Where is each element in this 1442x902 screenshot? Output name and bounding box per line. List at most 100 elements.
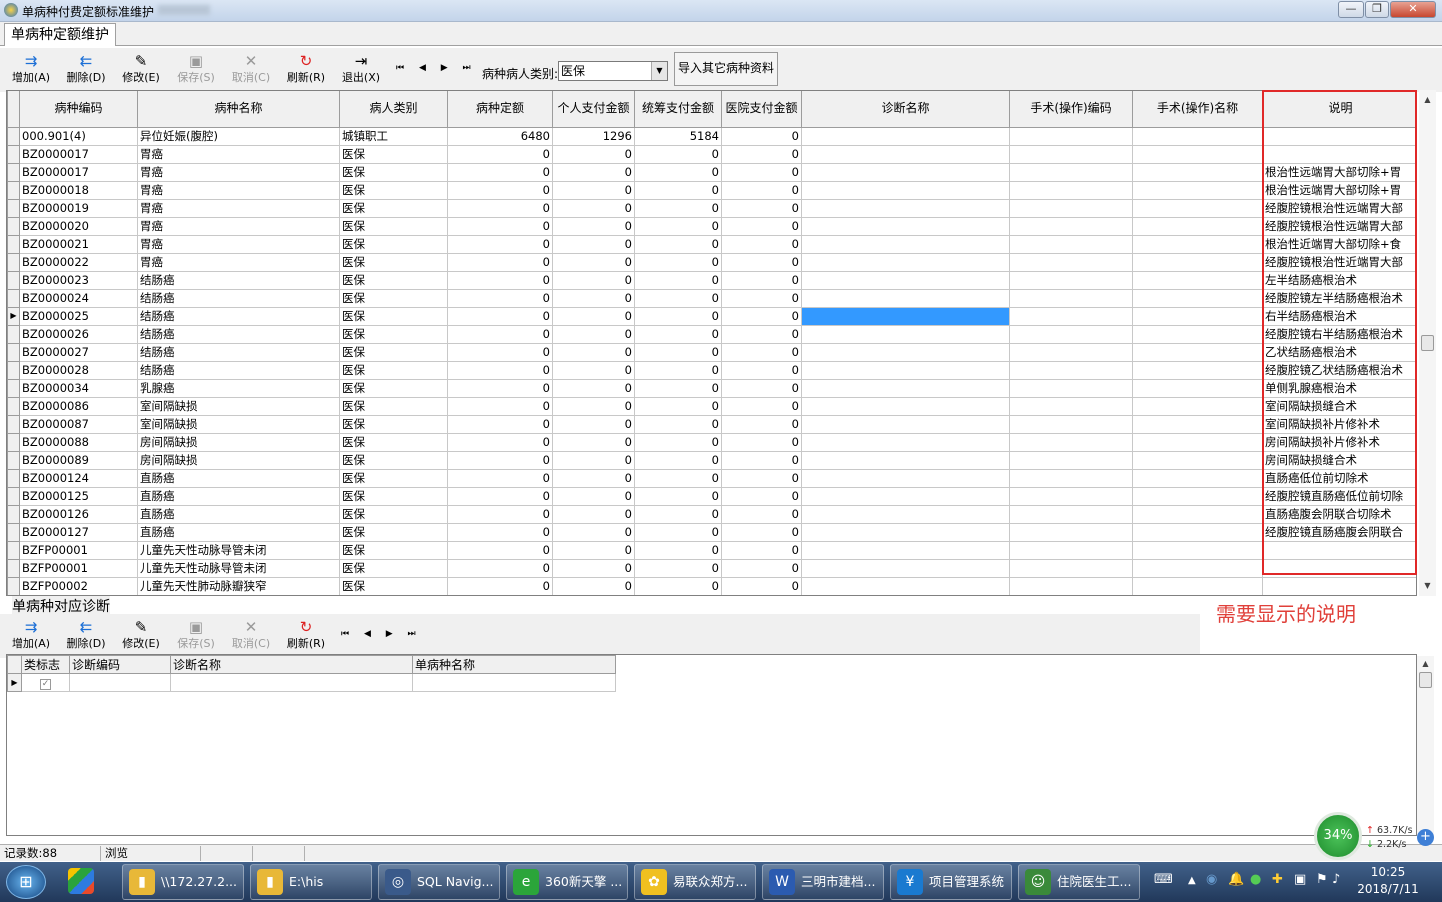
network-usage-gauge[interactable]: 34% (1314, 812, 1362, 860)
taskbar-item[interactable]: ☺ 住院医生工... (1018, 864, 1140, 900)
table-cell[interactable]: BZ0000086 (19, 396, 138, 416)
table-cell[interactable]: 0 (634, 486, 722, 506)
table-cell[interactable]: 0 (634, 180, 722, 200)
table-cell[interactable] (801, 486, 1010, 506)
table-cell[interactable]: BZ0000127 (19, 522, 138, 542)
table-cell[interactable]: 0 (447, 522, 553, 542)
table-cell[interactable]: 0 (634, 270, 722, 290)
table-row[interactable]: BZ0000027 结肠癌 医保 0 0 0 0 乙状结肠癌根治术 (7, 342, 1416, 362)
table-cell[interactable]: BZ0000019 (19, 198, 138, 218)
security-icon[interactable]: ● (1250, 872, 1261, 887)
table-cell[interactable]: 0 (447, 324, 553, 344)
refresh-button[interactable]: ↻ 刷新(R) (283, 614, 329, 656)
table-cell[interactable] (69, 673, 171, 692)
table-row[interactable]: BZ0000021 胃癌 医保 0 0 0 0 根治性近端胃大部切除+食 (7, 234, 1416, 254)
table-cell[interactable] (1009, 288, 1133, 308)
table-cell[interactable]: 0 (552, 576, 635, 595)
table-cell[interactable]: 0 (552, 144, 635, 164)
table-cell[interactable]: 0 (634, 432, 722, 452)
table-cell[interactable]: 胃癌 (137, 216, 340, 236)
table-cell[interactable]: 儿童先天性肺动脉瓣狭窄 (137, 576, 340, 595)
table-cell[interactable]: 0 (552, 360, 635, 380)
table-cell[interactable]: 医保 (339, 198, 448, 218)
column-header[interactable]: 类标志 (21, 655, 70, 674)
table-cell[interactable] (801, 396, 1010, 416)
table-cell[interactable]: 胃癌 (137, 162, 340, 182)
table-cell[interactable]: BZ0000088 (19, 432, 138, 452)
table-cell[interactable] (1132, 450, 1263, 470)
table-cell[interactable]: 0 (721, 468, 802, 488)
table-cell[interactable]: 6480 (447, 126, 553, 146)
table-row[interactable]: BZFP00001 儿童先天性动脉导管未闭 医保 0 0 0 0 (7, 540, 1416, 560)
keyboard-icon[interactable]: ⌨ (1154, 872, 1173, 887)
table-cell[interactable]: 0 (634, 324, 722, 344)
table-cell[interactable]: 0 (721, 360, 802, 380)
table-cell[interactable]: 0 (447, 576, 553, 595)
table-cell[interactable]: 根治性近端胃大部切除+食 (1262, 234, 1416, 254)
table-cell[interactable]: 医保 (339, 504, 448, 524)
table-cell[interactable]: 0 (721, 396, 802, 416)
table-cell[interactable] (1009, 522, 1133, 542)
table-cell[interactable] (1132, 234, 1263, 254)
table-cell[interactable] (801, 198, 1010, 218)
table-cell[interactable]: 0 (634, 576, 722, 595)
table-cell[interactable]: 0 (721, 162, 802, 182)
network-icon[interactable]: ▣ (1294, 872, 1306, 887)
table-row[interactable]: BZ0000088 房间隔缺损 医保 0 0 0 0 房间隔缺损补片修补术 (7, 432, 1416, 452)
table-cell[interactable]: 0 (634, 234, 722, 254)
table-cell[interactable]: 0 (447, 252, 553, 272)
table-cell[interactable] (1132, 306, 1263, 326)
table-row[interactable]: 000.901(4) 异位妊娠(腹腔) 城镇职工 6480 1296 5184 0 (7, 126, 1416, 146)
patient-type-select[interactable]: 医保 ▼ (558, 61, 668, 81)
table-cell[interactable]: BZ0000028 (19, 360, 138, 380)
table-cell[interactable]: 直肠癌腹会阴联合切除术 (1262, 504, 1416, 524)
table-cell[interactable]: 0 (634, 306, 722, 326)
table-cell[interactable] (1262, 144, 1416, 164)
table-cell[interactable] (1009, 252, 1133, 272)
table-cell[interactable]: 0 (634, 450, 722, 470)
table-cell[interactable] (801, 468, 1010, 488)
table-row[interactable]: BZ0000022 胃癌 医保 0 0 0 0 经腹腔镜根治性近端胃大部 (7, 252, 1416, 272)
table-cell[interactable]: 结肠癌 (137, 360, 340, 380)
table-row[interactable]: ▶ BZ0000025 结肠癌 医保 0 0 0 0 右半结肠癌根治术 (7, 306, 1416, 326)
table-cell[interactable]: 儿童先天性动脉导管未闭 (137, 558, 340, 578)
table-cell[interactable]: 0 (721, 306, 802, 326)
table-cell[interactable]: 医保 (339, 378, 448, 398)
table-cell[interactable]: 0 (447, 144, 553, 164)
table-cell[interactable]: BZ0000126 (19, 504, 138, 524)
table-cell[interactable]: 0 (634, 288, 722, 308)
diagnosis-grid[interactable]: 类标志 诊断编码 诊断名称 单病种名称 ▶ ✓ (6, 654, 1417, 836)
table-cell[interactable] (1009, 486, 1133, 506)
table-cell[interactable] (801, 576, 1010, 595)
table-cell[interactable] (1132, 540, 1263, 560)
table-cell[interactable]: 0 (634, 558, 722, 578)
record-navigator[interactable]: ⏮ ◀ ▶ ⏭ (341, 629, 422, 639)
table-cell[interactable]: 结肠癌 (137, 306, 340, 326)
table-cell[interactable] (1009, 468, 1133, 488)
table-cell[interactable]: 医保 (339, 450, 448, 470)
table-cell[interactable]: 0 (447, 288, 553, 308)
table-cell[interactable]: 0 (634, 252, 722, 272)
table-cell[interactable]: 直肠癌 (137, 504, 340, 524)
table-cell[interactable]: 0 (721, 324, 802, 344)
table-cell[interactable] (1132, 324, 1263, 344)
table-cell[interactable]: 0 (552, 414, 635, 434)
table-cell[interactable] (1132, 288, 1263, 308)
taskbar-item[interactable]: e 360新天擎 ... (506, 864, 628, 900)
table-cell[interactable] (1132, 144, 1263, 164)
table-cell[interactable]: 0 (447, 306, 553, 326)
table-cell[interactable] (801, 432, 1010, 452)
table-cell[interactable]: 0 (634, 396, 722, 416)
table-cell[interactable]: 医保 (339, 540, 448, 560)
table-cell[interactable]: 医保 (339, 558, 448, 578)
table-cell[interactable]: 0 (447, 540, 553, 560)
table-cell[interactable]: 0 (552, 540, 635, 560)
scroll-down-icon[interactable]: ▼ (1419, 578, 1436, 594)
table-cell[interactable]: 0 (447, 450, 553, 470)
table-cell[interactable]: 直肠癌 (137, 468, 340, 488)
table-row[interactable]: BZ0000125 直肠癌 医保 0 0 0 0 经腹腔镜直肠癌低位前切除 (7, 486, 1416, 506)
table-cell[interactable] (412, 673, 616, 692)
column-header[interactable]: 统筹支付金额 (634, 91, 722, 128)
table-cell[interactable]: 医保 (339, 180, 448, 200)
table-cell[interactable]: 经腹腔镜乙状结肠癌根治术 (1262, 360, 1416, 380)
